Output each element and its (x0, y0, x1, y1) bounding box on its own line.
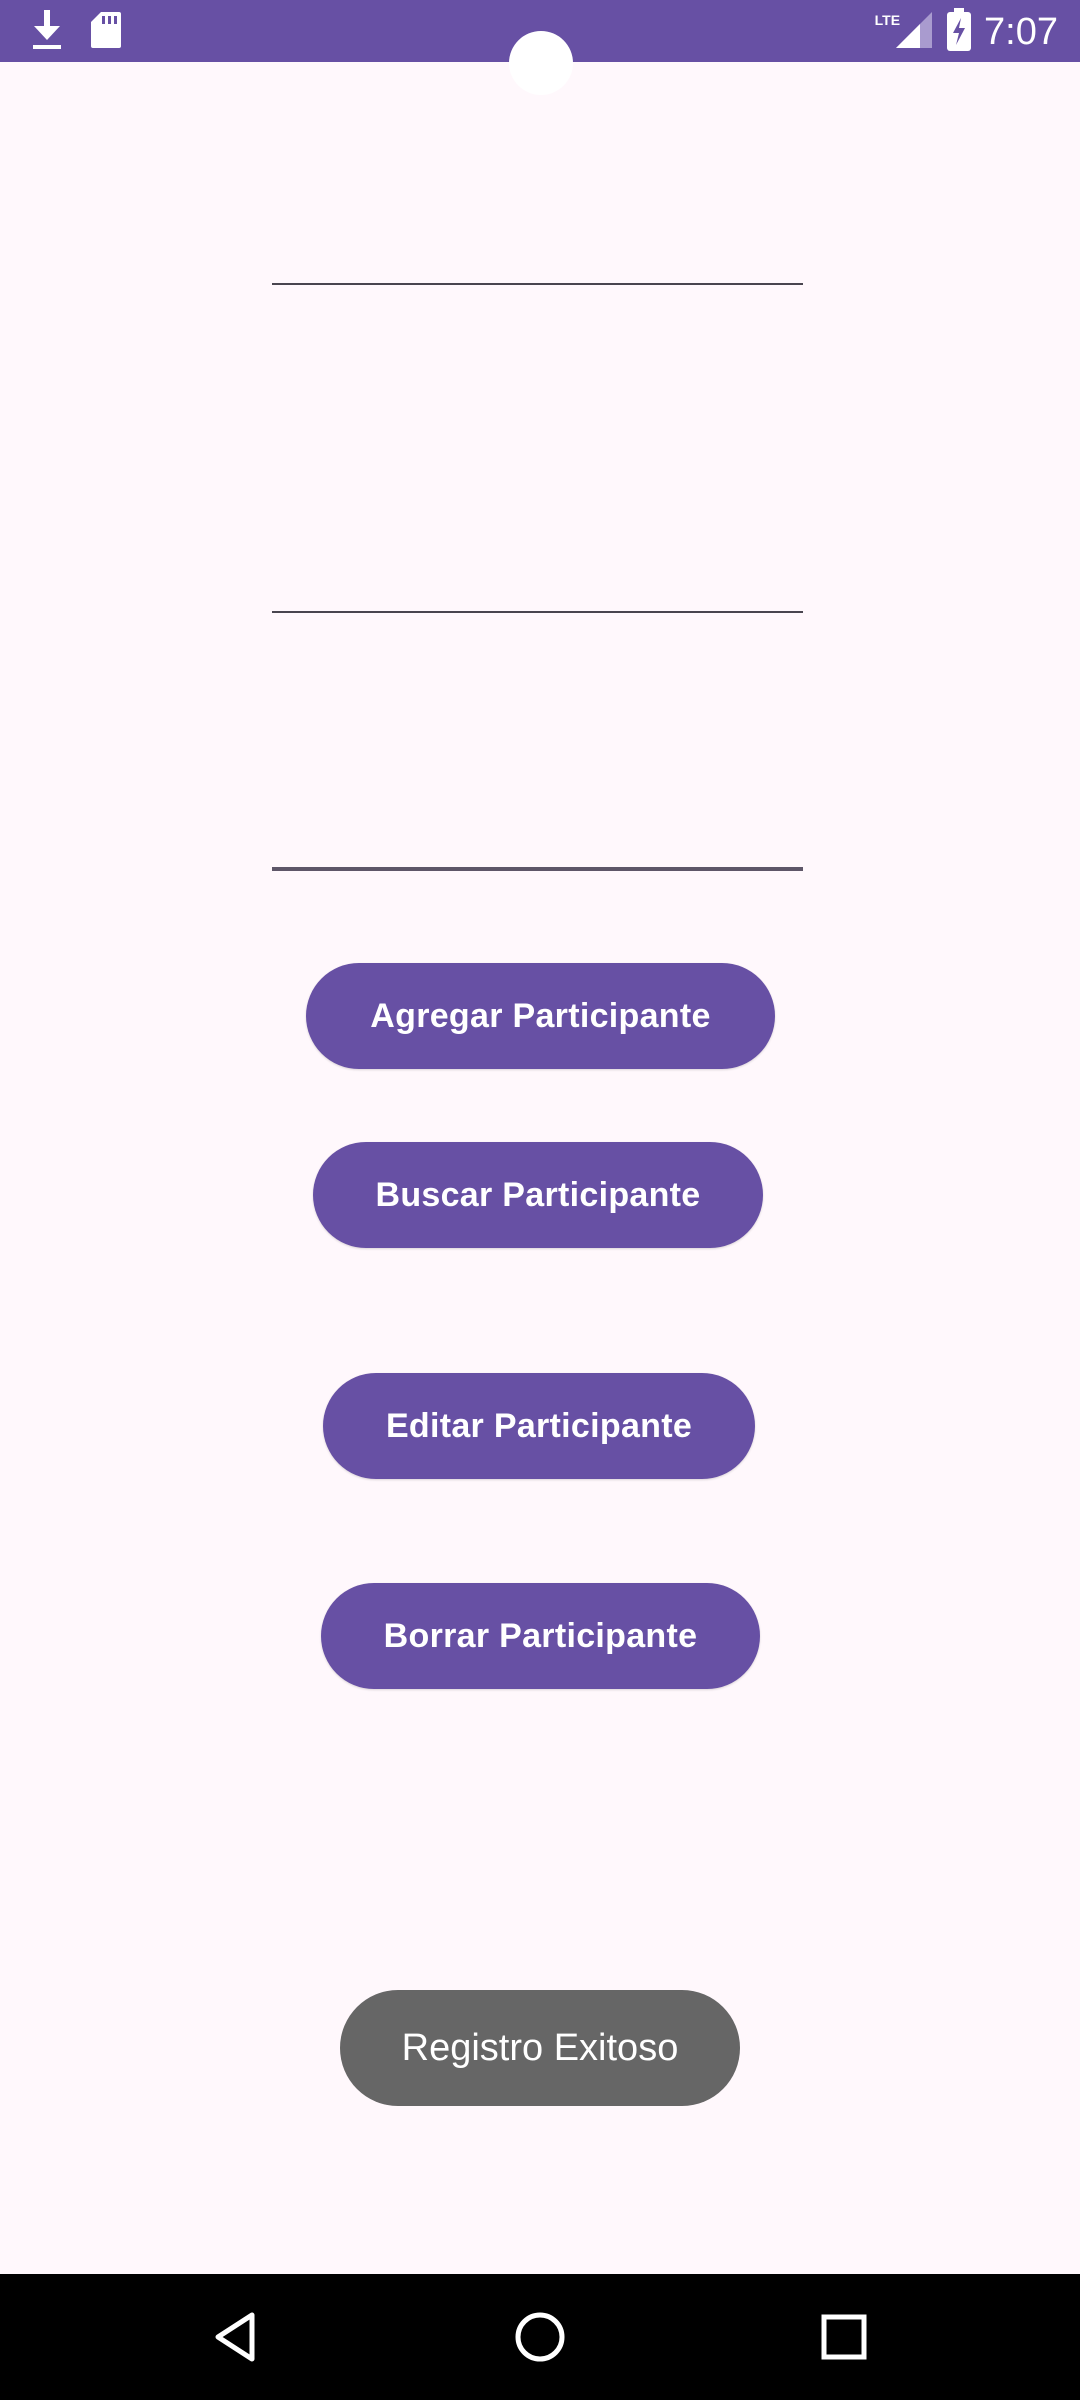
participant-field-1[interactable] (272, 225, 803, 285)
sd-card-icon (90, 10, 122, 55)
add-participant-button[interactable]: Agregar Participante (306, 963, 775, 1069)
home-icon[interactable] (502, 2299, 578, 2375)
delete-participant-button[interactable]: Borrar Participante (321, 1583, 760, 1689)
participant-field-3[interactable] (272, 811, 803, 871)
status-bar-system: LTE 7:07 (874, 7, 1058, 57)
camera-cutout (509, 31, 573, 95)
edit-participant-button[interactable]: Editar Participante (323, 1373, 755, 1479)
status-time: 7:07 (984, 11, 1058, 53)
signal-icon (894, 10, 934, 55)
download-icon (30, 8, 64, 57)
participant-field-2[interactable] (272, 553, 803, 613)
recents-icon[interactable] (806, 2299, 882, 2375)
toast-message: Registro Exitoso (340, 1990, 740, 2106)
battery-charging-icon (946, 7, 972, 57)
network-type-label: LTE (874, 12, 901, 28)
field-3-underline (272, 867, 803, 871)
field-1-underline (272, 283, 803, 285)
field-2-underline (272, 611, 803, 613)
navigation-bar (0, 2274, 1080, 2400)
search-participant-button[interactable]: Buscar Participante (313, 1142, 763, 1248)
status-bar-notifications (30, 8, 122, 57)
back-icon[interactable] (198, 2299, 274, 2375)
